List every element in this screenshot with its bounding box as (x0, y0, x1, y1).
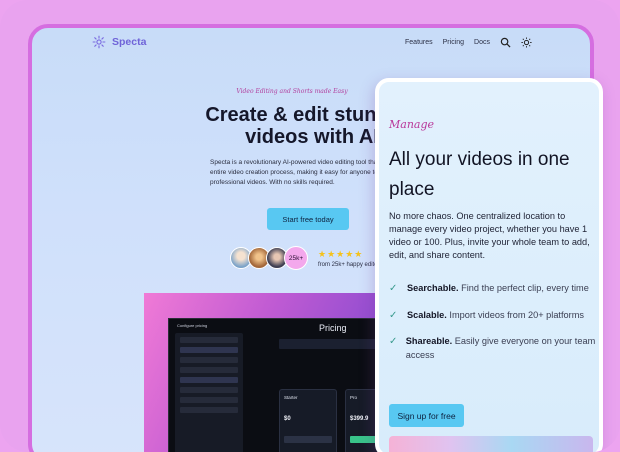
preview-header: Configure pricing (177, 323, 208, 328)
preview-sidebar-row (180, 407, 238, 413)
feature-item: ✓ Shareable. Easily give everyone on you… (389, 335, 599, 362)
card-image (389, 436, 593, 452)
feature-title: Scalable. (407, 309, 447, 320)
feature-list: ✓ Searchable. Find the perfect clip, eve… (389, 282, 599, 375)
feature-text: Import videos from 20+ platforms (449, 309, 584, 320)
preview-sidebar-row (180, 367, 238, 373)
plan-price: $399.9 (350, 416, 369, 422)
plan-price: $0 (284, 416, 291, 422)
check-icon: ✓ (389, 336, 398, 347)
sign-up-button[interactable]: Sign up for free (389, 404, 464, 427)
preview-sidebar-row (180, 397, 238, 403)
preview-plan-card: Starter $0 (279, 389, 337, 452)
page-frame: Specta Features Pricing Docs Video Editi… (0, 0, 620, 452)
plan-name: Pro (350, 395, 358, 400)
start-free-button[interactable]: Start free today (267, 208, 349, 230)
preview-pricing-title: Pricing (319, 323, 347, 333)
brand-name: Specta (112, 36, 147, 48)
feature-title: Searchable. (407, 283, 459, 293)
preview-sidebar-row (180, 347, 238, 353)
check-icon: ✓ (389, 309, 398, 321)
card-description: No more chaos. One centralized location … (389, 211, 590, 260)
preview-sidebar-row (180, 357, 238, 363)
search-icon[interactable] (500, 37, 511, 48)
preview-sidebar-row (180, 337, 238, 343)
manage-feature-card: Manage All your videos in one place No m… (375, 78, 603, 452)
feature-item: ✓ Scalable. Import videos from 20+ platf… (389, 309, 599, 323)
preview-sidebar-row (180, 387, 238, 393)
feature-item: ✓ Searchable. Find the perfect clip, eve… (389, 282, 599, 296)
check-icon: ✓ (389, 283, 398, 294)
preview-sidebar (175, 333, 243, 452)
top-nav: Specta Features Pricing Docs (32, 28, 590, 62)
star-rating-icon: ★★★★★ (318, 248, 364, 259)
brand[interactable]: Specta (92, 35, 146, 49)
card-kicker: Manage (389, 118, 435, 131)
avatar-count-badge: 25k+ (284, 246, 308, 270)
logo-icon (92, 35, 106, 49)
plan-button (284, 436, 332, 443)
rating-label: from 25k+ happy editors (318, 261, 383, 268)
card-title: All your videos in one place (389, 149, 570, 200)
nav-link-docs[interactable]: Docs (474, 39, 490, 46)
nav-links: Features Pricing Docs (405, 37, 532, 48)
feature-text: Find the perfect clip, every time (461, 283, 589, 293)
plan-name: Starter (284, 395, 298, 400)
feature-title: Shareable. (405, 336, 453, 346)
sun-icon[interactable] (521, 37, 532, 48)
preview-sidebar-row (180, 377, 238, 383)
nav-link-pricing[interactable]: Pricing (443, 39, 464, 46)
nav-link-features[interactable]: Features (405, 39, 433, 46)
social-proof: 25k+ ★★★★★ from 25k+ happy editors (230, 246, 383, 270)
rating: ★★★★★ from 25k+ happy editors (318, 249, 383, 268)
